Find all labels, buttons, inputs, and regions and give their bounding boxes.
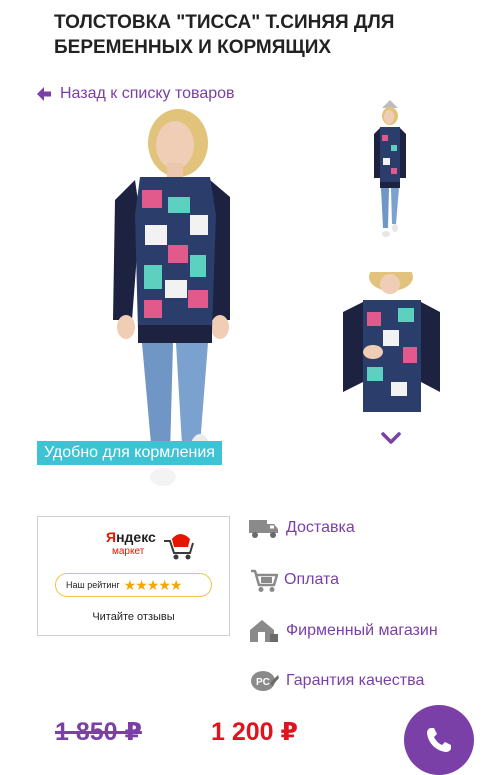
arrow-left-icon [37,87,51,101]
call-button[interactable] [404,705,474,775]
payment-link[interactable]: Оплата [250,566,339,594]
brand-store-link[interactable]: Фирменный магазин [248,618,438,644]
payment-label: Оплата [284,571,340,588]
back-to-list-link[interactable]: Назад к списку товаров [36,83,235,105]
star-icon: ★★★★★ [123,576,183,593]
quality-guarantee-label: Гарантия качества [286,672,425,689]
chevron-down-icon[interactable] [380,430,402,446]
rating-pill: Наш рейтинг ★★★★★ [55,573,212,597]
back-link-label: Назад к списку товаров [60,85,235,102]
rating-label: Наш рейтинг [66,580,120,590]
brand-store-label: Фирменный магазин [286,622,438,639]
store-icon [250,620,278,642]
cart-icon [251,569,278,592]
feature-badge: Удобно для кормления [37,441,222,465]
phone-icon [427,728,451,752]
yandex-market-widget[interactable]: Яндекс маркет Наш рейтинг ★★★★★ Читайте … [37,516,230,636]
market-logo-sub: маркет [112,546,145,557]
thumbnail-full[interactable] [360,100,420,250]
reviews-link[interactable]: Читайте отзывы [38,611,229,623]
quality-guarantee-link[interactable]: PC Гарантия качества [250,669,424,693]
delivery-link[interactable]: Доставка [248,517,355,539]
product-title: ТОЛСТОВКА "ТИССА" Т.СИНЯЯ ДЛЯ БЕРЕМЕННЫХ… [54,12,395,58]
truck-icon [249,520,278,538]
certificate-icon: PC [251,671,279,691]
current-price: 1 200 ₽ [211,718,298,746]
yandex-logo: Яндекс [106,529,156,545]
market-cart-icon [164,534,194,560]
svg-text:PC: PC [256,677,270,688]
thumbnail-nursing[interactable] [343,272,440,412]
old-price: 1 850 ₽ [55,718,142,746]
delivery-label: Доставка [286,519,355,536]
